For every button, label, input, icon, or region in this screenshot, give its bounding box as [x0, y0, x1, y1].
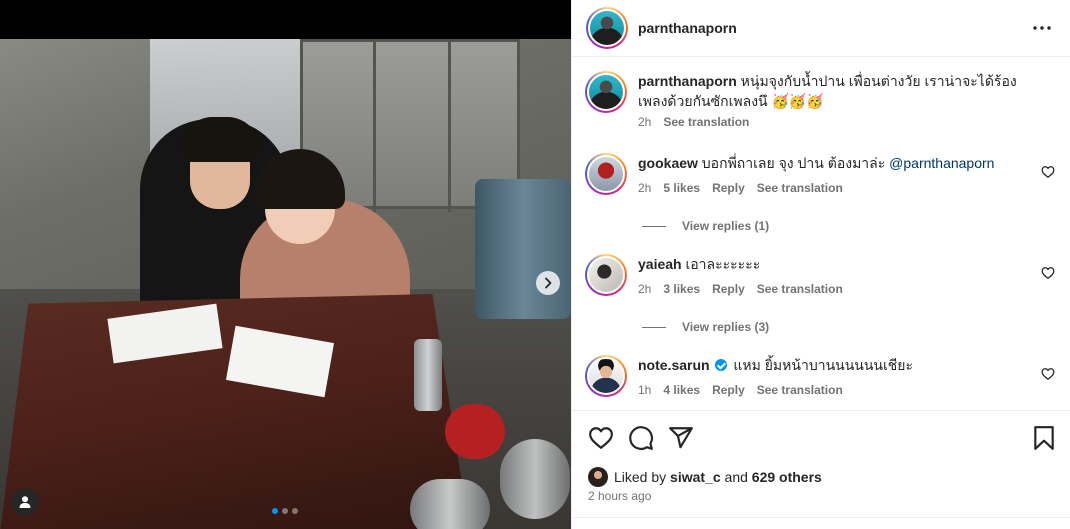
post-side-panel: parnthanaporn parnthanaporn หนุ่มจุงกับน… [571, 0, 1070, 529]
more-options-button[interactable] [1032, 18, 1052, 38]
likes-others-link[interactable]: 629 others [752, 469, 822, 485]
share-icon[interactable] [668, 425, 694, 451]
liker-username[interactable]: siwat_c [670, 469, 721, 485]
view-replies-button[interactable]: View replies (1) [642, 219, 769, 233]
comment-username[interactable]: note.sarun [638, 357, 710, 373]
liker-avatar[interactable] [588, 467, 608, 487]
add-comment-area[interactable] [572, 517, 1070, 529]
user-tags-button[interactable] [11, 488, 39, 516]
commenter-avatar[interactable] [585, 153, 627, 195]
reply-button[interactable]: Reply [712, 383, 745, 397]
comments-list: parnthanaporn หนุ่มจุงกับน้ำปาน เพื่อนต่… [572, 57, 1070, 410]
owner-username[interactable]: parnthanaporn [638, 20, 737, 36]
see-translation-button[interactable]: See translation [663, 115, 749, 129]
carousel-next-button[interactable] [536, 271, 560, 295]
view-replies-button[interactable]: View replies (3) [642, 320, 769, 334]
carousel-indicator [272, 508, 298, 514]
caption-time[interactable]: 2h [638, 115, 651, 129]
comment-like-heart-icon[interactable] [1041, 367, 1055, 381]
liked-by-prefix: Liked by [614, 469, 667, 485]
reply-button[interactable]: Reply [712, 282, 745, 296]
commenter-avatar[interactable] [585, 254, 627, 296]
post-header: parnthanaporn [572, 0, 1070, 57]
post-media [0, 0, 571, 529]
commenter-avatar[interactable] [585, 355, 627, 397]
carousel-dot [292, 508, 298, 514]
comment-time[interactable]: 2h [638, 181, 651, 195]
carousel-dot [272, 508, 278, 514]
view-replies-label: View replies (3) [682, 320, 770, 334]
see-translation-button[interactable]: See translation [757, 181, 843, 195]
comment-item: note.sarun แหม ยิ้มหน้าบานนนนนนเชียะ 1h … [585, 355, 1061, 397]
see-translation-button[interactable]: See translation [757, 282, 843, 296]
owner-avatar[interactable] [585, 71, 627, 113]
heart-icon[interactable] [588, 425, 614, 451]
comment-likes[interactable]: 3 likes [663, 282, 700, 296]
see-translation-button[interactable]: See translation [757, 383, 843, 397]
liked-by: Liked by siwat_c and 629 others [588, 467, 822, 487]
comment-mention[interactable]: @parnthanaporn [889, 155, 994, 171]
chevron-right-icon [545, 277, 552, 289]
comment-like-heart-icon[interactable] [1041, 266, 1055, 280]
verified-badge-icon [715, 359, 728, 371]
caption-username[interactable]: parnthanaporn [638, 73, 737, 89]
comment-time[interactable]: 1h [638, 383, 651, 397]
view-replies-label: View replies (1) [682, 219, 770, 233]
user-tag-icon [19, 496, 31, 508]
carousel-dot [282, 508, 288, 514]
post-timestamp[interactable]: 2 hours ago [588, 489, 651, 503]
comment-likes[interactable]: 5 likes [663, 181, 700, 195]
post-photo [0, 39, 571, 529]
comment-item: yaieah เอาละะะะะะ 2h 3 likes Reply See t… [585, 254, 1061, 296]
caption: parnthanaporn หนุ่มจุงกับน้ำปาน เพื่อนต่… [585, 71, 1061, 129]
comment-likes[interactable]: 4 likes [663, 383, 700, 397]
comment-text: แหม ยิ้มหน้าบานนนนนนเชียะ [733, 357, 914, 373]
comment-icon[interactable] [628, 425, 654, 451]
post-actions: Liked by siwat_c and 629 others 2 hours … [572, 410, 1070, 529]
reply-button[interactable]: Reply [712, 181, 745, 195]
comment-item: gookaew บอกพี่ถาเลย จุง ปาน ต้องมาล่ะ @p… [585, 153, 1061, 195]
comment-text: เอาละะะะะะ [685, 256, 761, 272]
liked-by-and: and [724, 469, 748, 485]
comment-time[interactable]: 2h [638, 282, 651, 296]
comment-text: บอกพี่ถาเลย จุง ปาน ต้องมาล่ะ [701, 155, 890, 171]
owner-avatar[interactable] [586, 7, 628, 49]
comment-like-heart-icon[interactable] [1041, 165, 1055, 179]
comment-username[interactable]: yaieah [638, 256, 682, 272]
comment-username[interactable]: gookaew [638, 155, 698, 171]
more-icon [1033, 26, 1051, 30]
bookmark-icon[interactable] [1031, 425, 1057, 451]
